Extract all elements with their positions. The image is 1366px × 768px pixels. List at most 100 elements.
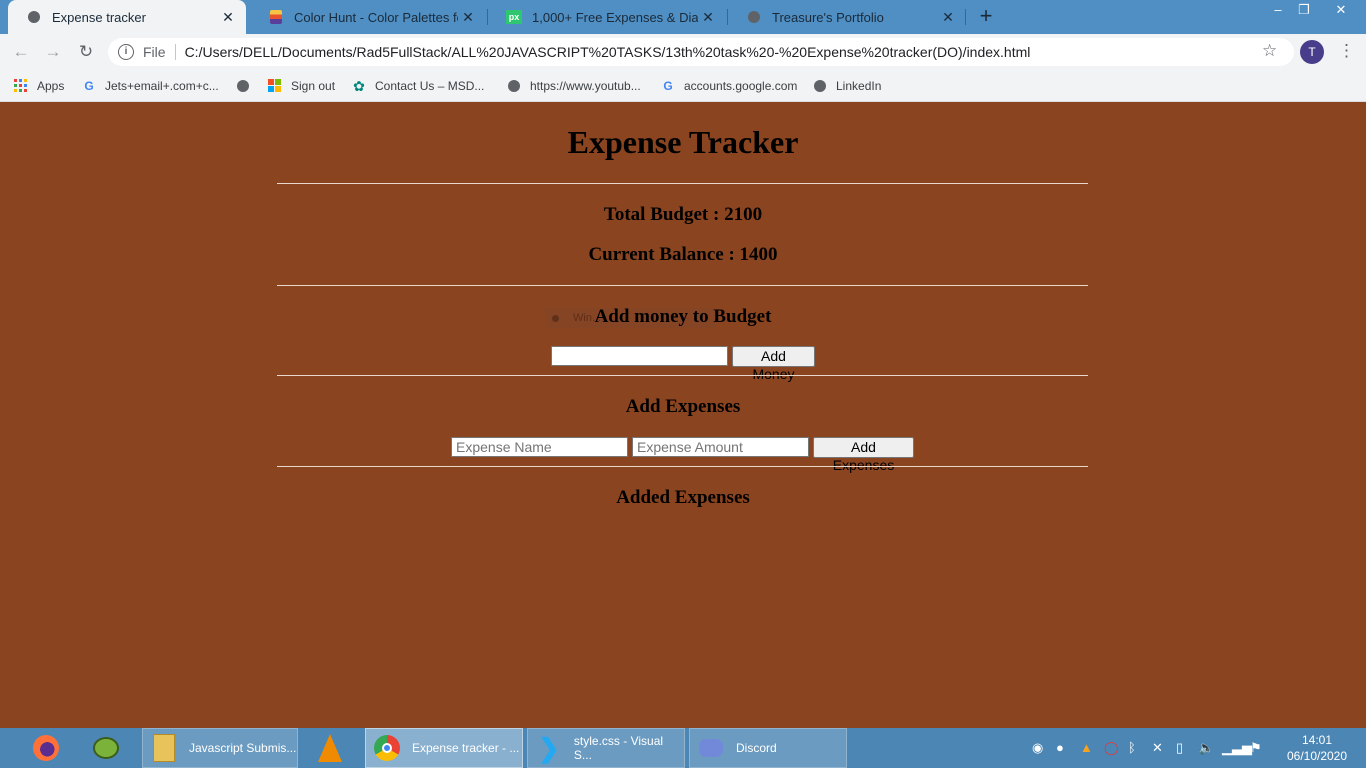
chameleon-icon (92, 733, 120, 763)
page-title: Expense Tracker (567, 124, 799, 160)
bookmarks-bar: Apps G Jets+email+.com+c... Sign out ✿ C… (0, 70, 1366, 102)
taskbar-label: style.css - Visual S... (573, 734, 664, 762)
profile-avatar[interactable]: T (1300, 40, 1324, 64)
bookmark-jets-email[interactable]: G Jets+email+.com+c... (82, 76, 219, 96)
minimize-button[interactable]: – (1264, 0, 1292, 22)
tab-portfolio[interactable]: Treasure's Portfolio ✕ (728, 0, 966, 34)
add-expenses-button[interactable]: Add Expenses (813, 437, 914, 473)
tab-strip: Expense tracker ✕ Color Hunt - Color Pal… (0, 0, 1366, 34)
microsoft-icon (268, 79, 282, 93)
notification-flag-icon[interactable]: ⚑ (1250, 740, 1262, 756)
browser-toolbar: ← → ↻ i File C:/Users/DELL/Documents/Rad… (0, 34, 1366, 70)
close-window-button[interactable]: ✕ (1327, 0, 1355, 22)
globe-icon (26, 9, 42, 25)
expense-tracker-page: Expense Tracker Total Budget : 2100 Curr… (0, 102, 1366, 728)
battery-icon[interactable]: ▯ (1176, 740, 1183, 756)
avast-tray-icon[interactable]: ▲ (1080, 740, 1093, 755)
expense-name-input[interactable] (451, 437, 628, 457)
taskbar-file-explorer[interactable]: Javascript Submis... (142, 728, 298, 768)
network-signal-icon[interactable]: ▁▃▅ (1222, 740, 1252, 756)
taskbar-label: Discord (736, 741, 777, 755)
divider (277, 183, 1088, 184)
url-scheme: File (143, 44, 166, 60)
reload-icon[interactable]: ↻ (75, 41, 97, 63)
bookmark-label: LinkedIn (836, 79, 882, 93)
bookmark-label: https://www.youtub... (530, 79, 641, 93)
divider (277, 375, 1088, 376)
info-icon[interactable]: i (118, 44, 134, 60)
google-icon: G (84, 79, 94, 93)
close-icon[interactable]: ✕ (458, 9, 478, 26)
bookmark-globe[interactable] (236, 76, 259, 96)
vscode-icon: ❯ (538, 732, 560, 763)
opera-tray-icon[interactable]: ◯ (1104, 740, 1119, 756)
globe-icon (507, 79, 521, 93)
bookmark-label: Sign out (291, 79, 336, 93)
taskbar-chrome[interactable]: Expense tracker - ... (365, 728, 523, 768)
bookmark-star-icon[interactable]: ☆ (1262, 41, 1277, 61)
tab-title: Color Hunt - Color Palettes for D (294, 9, 458, 25)
close-icon[interactable]: ✕ (698, 9, 718, 26)
security-tray-icon[interactable]: ✕ (1152, 740, 1163, 756)
system-clock[interactable]: 14:01 06/10/2020 (1282, 732, 1352, 764)
globe-icon (236, 79, 250, 93)
tab-pixabay[interactable]: px 1,000+ Free Expenses & Diamon ✕ (488, 0, 726, 34)
taskbar-vlc[interactable] (310, 728, 354, 768)
windows-taskbar: Javascript Submis... Expense tracker - .… (0, 728, 1366, 768)
chrome-icon (372, 733, 402, 763)
added-expenses-heading: Added Expenses (616, 487, 750, 508)
expense-amount-input[interactable] (632, 437, 809, 457)
taskbar-discord[interactable]: Discord (689, 728, 847, 768)
tab-title: Treasure's Portfolio (772, 9, 884, 25)
close-icon[interactable]: ✕ (938, 9, 958, 26)
new-tab-button[interactable]: + (975, 5, 997, 28)
clock-date: 06/10/2020 (1286, 749, 1348, 763)
msd-icon: ✿ (353, 77, 365, 94)
address-bar[interactable]: i File C:/Users/DELL/Documents/Rad5FullS… (108, 38, 1294, 66)
firefox-icon (32, 733, 60, 763)
back-arrow-icon[interactable]: ← (10, 41, 32, 63)
bookmark-google-accounts[interactable]: G accounts.google.com (661, 76, 797, 96)
folder-icon (149, 733, 179, 763)
restore-button[interactable]: ❐ (1290, 0, 1318, 22)
add-money-input[interactable] (551, 346, 728, 366)
taskbar-firefox[interactable] (26, 728, 70, 768)
add-money-button[interactable]: Add Money (732, 346, 815, 382)
bookmark-sign-out[interactable]: Sign out (268, 76, 335, 96)
bookmark-label: Apps (37, 79, 65, 93)
total-budget: Total Budget : 2100 (603, 204, 763, 225)
tab-color-hunt[interactable]: Color Hunt - Color Palettes for D ✕ (250, 0, 486, 34)
bookmark-youtube[interactable]: https://www.youtub... (507, 76, 641, 96)
discord-tray-icon[interactable]: ◉ (1032, 740, 1043, 756)
bluetooth-icon[interactable]: ᛒ (1128, 740, 1136, 755)
apps-grid-icon (14, 79, 28, 93)
pixabay-icon: px (506, 9, 522, 25)
forward-arrow-icon[interactable]: → (42, 41, 64, 63)
bookmark-apps[interactable]: Apps (14, 76, 64, 96)
divider (277, 466, 1088, 467)
taskbar-label: Javascript Submis... (189, 741, 297, 755)
url-text: C:/Users/DELL/Documents/Rad5FullStack/AL… (184, 44, 1031, 60)
bookmark-linkedin[interactable]: LinkedIn (813, 76, 881, 96)
menu-kebab-icon[interactable]: ⋮ (1338, 41, 1355, 61)
divider (277, 285, 1088, 286)
close-icon[interactable]: ✕ (218, 9, 238, 26)
volume-icon[interactable]: 🔈 (1198, 740, 1214, 756)
chat-tray-icon[interactable]: ● (1056, 740, 1064, 755)
bookmark-label: accounts.google.com (684, 79, 798, 93)
discord-icon (696, 733, 726, 763)
tab-expense-tracker[interactable]: Expense tracker ✕ (8, 0, 246, 34)
taskbar-chameleon[interactable] (86, 728, 130, 768)
bookmark-label: Jets+email+.com+c... (105, 79, 219, 93)
tab-separator (965, 9, 966, 25)
vlc-icon (316, 733, 344, 763)
google-icon: G (663, 79, 673, 93)
tab-title: 1,000+ Free Expenses & Diamon (532, 9, 698, 25)
current-balance: Current Balance : 1400 (588, 244, 778, 265)
bookmark-contact-msd[interactable]: ✿ Contact Us – MSD... (352, 76, 484, 96)
taskbar-vscode[interactable]: ❯ style.css - Visual S... (527, 728, 685, 768)
globe-icon (813, 79, 827, 93)
tab-title: Expense tracker (52, 9, 146, 25)
clock-time: 14:01 (1301, 733, 1333, 747)
bookmark-label: Contact Us – MSD... (375, 79, 485, 93)
